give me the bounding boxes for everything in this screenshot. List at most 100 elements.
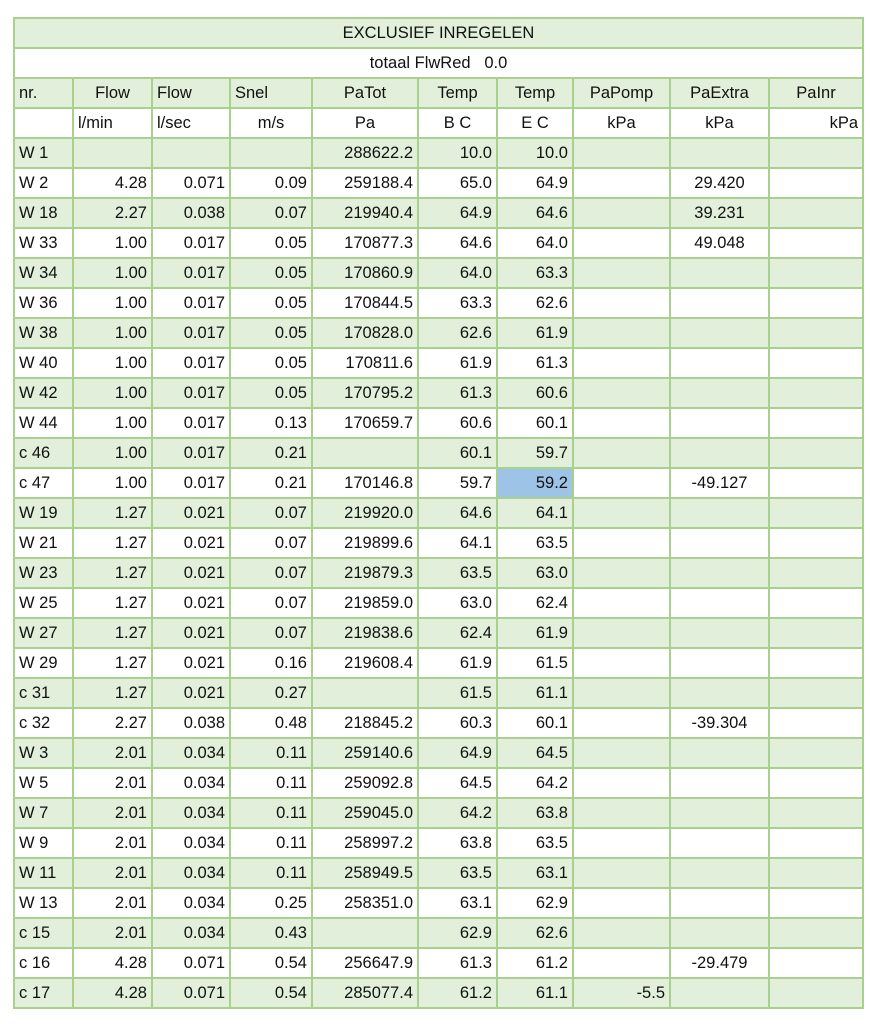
row-label-cell[interactable]: c 47: [13, 467, 74, 499]
data-cell[interactable]: 0.07: [229, 197, 313, 229]
data-cell[interactable]: 62.4: [417, 617, 498, 649]
data-cell[interactable]: 63.5: [496, 527, 574, 559]
row-label-cell[interactable]: W 23: [13, 557, 74, 589]
data-cell[interactable]: [572, 197, 671, 229]
data-cell[interactable]: 60.6: [496, 377, 574, 409]
data-cell[interactable]: 2.01: [72, 887, 153, 919]
data-cell[interactable]: [669, 767, 770, 799]
data-cell[interactable]: [768, 527, 864, 559]
column-header[interactable]: PaInr: [768, 77, 864, 109]
data-cell[interactable]: 219940.4: [311, 197, 419, 229]
data-cell[interactable]: [572, 797, 671, 829]
data-cell[interactable]: 0.021: [151, 527, 231, 559]
row-label-cell[interactable]: W 7: [13, 797, 74, 829]
data-cell[interactable]: 0.071: [151, 977, 231, 1009]
data-cell[interactable]: 285077.4: [311, 977, 419, 1009]
data-cell[interactable]: [669, 347, 770, 379]
data-cell[interactable]: [669, 557, 770, 589]
data-cell[interactable]: [572, 827, 671, 859]
data-cell[interactable]: [768, 467, 864, 499]
data-cell[interactable]: [768, 377, 864, 409]
data-cell[interactable]: 39.231: [669, 197, 770, 229]
data-cell[interactable]: 63.5: [496, 827, 574, 859]
data-cell[interactable]: 1.00: [72, 257, 153, 289]
data-cell[interactable]: 0.07: [229, 497, 313, 529]
data-cell[interactable]: 64.0: [417, 257, 498, 289]
data-cell[interactable]: 170828.0: [311, 317, 419, 349]
data-cell[interactable]: [669, 287, 770, 319]
data-cell[interactable]: [572, 737, 671, 769]
data-cell[interactable]: 0.034: [151, 857, 231, 889]
data-cell[interactable]: [669, 917, 770, 949]
data-cell[interactable]: 62.9: [496, 887, 574, 919]
data-cell[interactable]: [768, 617, 864, 649]
data-cell[interactable]: 1.27: [72, 647, 153, 679]
data-cell[interactable]: [572, 497, 671, 529]
data-cell[interactable]: 63.1: [417, 887, 498, 919]
unit-cell[interactable]: l/sec: [151, 107, 231, 139]
data-cell[interactable]: [768, 197, 864, 229]
data-cell[interactable]: 63.0: [417, 587, 498, 619]
data-cell[interactable]: 259045.0: [311, 797, 419, 829]
data-cell[interactable]: [311, 437, 419, 469]
data-cell[interactable]: [768, 857, 864, 889]
data-cell[interactable]: 0.27: [229, 677, 313, 709]
selected-cell[interactable]: 59.2: [496, 467, 574, 499]
data-cell[interactable]: 1.27: [72, 527, 153, 559]
data-cell[interactable]: [572, 707, 671, 739]
row-label-cell[interactable]: W 25: [13, 587, 74, 619]
data-cell[interactable]: 1.00: [72, 317, 153, 349]
data-cell[interactable]: 0.11: [229, 797, 313, 829]
data-cell[interactable]: [768, 917, 864, 949]
data-cell[interactable]: 64.6: [496, 197, 574, 229]
data-cell[interactable]: 256647.9: [311, 947, 419, 979]
data-cell[interactable]: [768, 647, 864, 679]
data-cell[interactable]: 0.017: [151, 257, 231, 289]
data-cell[interactable]: 61.1: [496, 677, 574, 709]
data-cell[interactable]: 0.034: [151, 917, 231, 949]
row-label-cell[interactable]: W 38: [13, 317, 74, 349]
data-cell[interactable]: 0.021: [151, 617, 231, 649]
row-label-cell[interactable]: c 16: [13, 947, 74, 979]
data-cell[interactable]: 2.01: [72, 737, 153, 769]
data-cell[interactable]: [572, 917, 671, 949]
data-cell[interactable]: 0.48: [229, 707, 313, 739]
data-cell[interactable]: -5.5: [572, 977, 671, 1009]
data-cell[interactable]: [669, 677, 770, 709]
data-cell[interactable]: 63.3: [417, 287, 498, 319]
data-cell[interactable]: [669, 257, 770, 289]
data-cell[interactable]: [572, 257, 671, 289]
data-cell[interactable]: 62.9: [417, 917, 498, 949]
data-cell[interactable]: 62.4: [496, 587, 574, 619]
data-cell[interactable]: [572, 947, 671, 979]
data-cell[interactable]: 0.05: [229, 287, 313, 319]
data-cell[interactable]: 63.1: [496, 857, 574, 889]
data-cell[interactable]: 64.2: [496, 767, 574, 799]
data-cell[interactable]: 62.6: [496, 287, 574, 319]
data-cell[interactable]: 61.5: [417, 677, 498, 709]
data-cell[interactable]: 61.9: [417, 347, 498, 379]
data-cell[interactable]: [572, 617, 671, 649]
data-cell[interactable]: 2.27: [72, 197, 153, 229]
unit-cell[interactable]: l/min: [72, 107, 153, 139]
data-cell[interactable]: 60.1: [496, 707, 574, 739]
data-cell[interactable]: 63.5: [417, 857, 498, 889]
unit-cell[interactable]: kPa: [572, 107, 671, 139]
data-cell[interactable]: 0.071: [151, 947, 231, 979]
row-label-cell[interactable]: W 9: [13, 827, 74, 859]
column-header[interactable]: Snel: [229, 77, 313, 109]
data-cell[interactable]: 61.2: [417, 977, 498, 1009]
data-cell[interactable]: [669, 497, 770, 529]
data-cell[interactable]: [768, 317, 864, 349]
data-cell[interactable]: 2.27: [72, 707, 153, 739]
data-cell[interactable]: [669, 977, 770, 1009]
row-label-cell[interactable]: W 33: [13, 227, 74, 259]
data-cell[interactable]: [768, 557, 864, 589]
data-cell[interactable]: 1.27: [72, 557, 153, 589]
data-cell[interactable]: [72, 137, 153, 169]
data-cell[interactable]: 1.27: [72, 617, 153, 649]
data-cell[interactable]: 219879.3: [311, 557, 419, 589]
data-cell[interactable]: 1.00: [72, 437, 153, 469]
data-cell[interactable]: 2.01: [72, 797, 153, 829]
data-cell[interactable]: 0.021: [151, 677, 231, 709]
